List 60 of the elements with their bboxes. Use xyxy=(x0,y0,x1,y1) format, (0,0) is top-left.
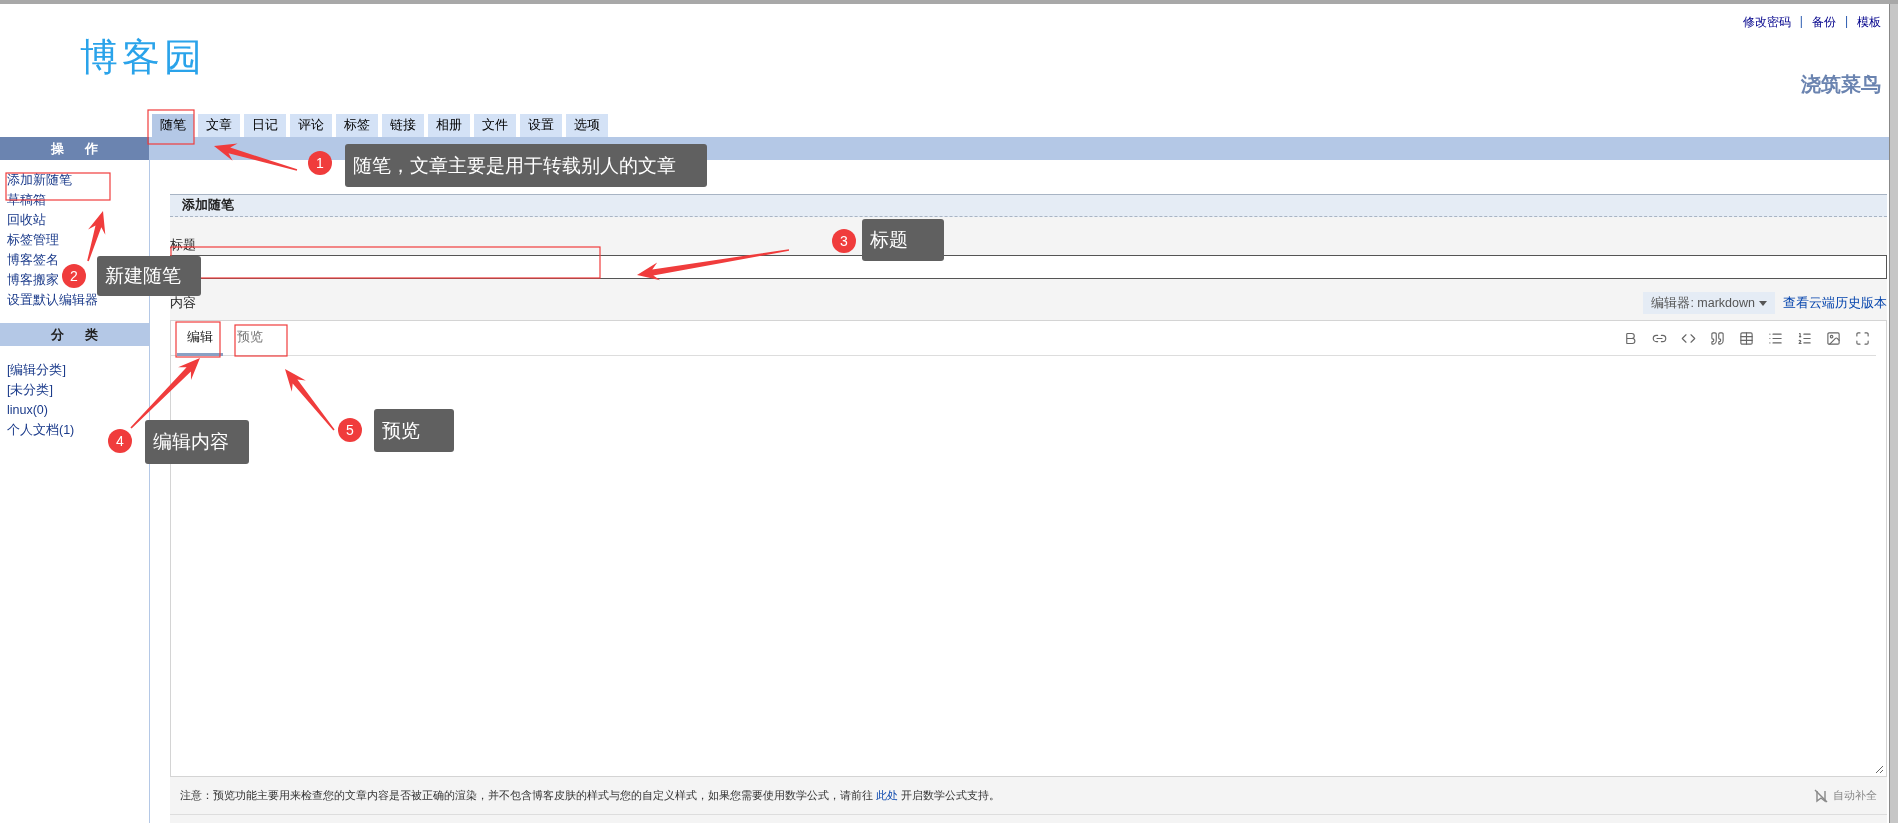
number-badge: 2 xyxy=(62,264,86,288)
tab[interactable]: 标签 xyxy=(336,114,378,137)
header-link[interactable]: 模板 xyxy=(1857,14,1881,31)
callout: 新建随笔 xyxy=(97,256,201,296)
notice-link[interactable]: 此处 xyxy=(876,789,899,801)
bullet-list-icon[interactable] xyxy=(1768,330,1783,346)
sidebar-link[interactable]: 博客签名 xyxy=(7,252,59,269)
bold-icon[interactable] xyxy=(1623,330,1638,346)
header-link[interactable]: 备份 xyxy=(1811,14,1836,31)
title-label: 标题 xyxy=(170,237,196,253)
tab[interactable]: 文件 xyxy=(474,114,516,137)
table-icon[interactable] xyxy=(1739,330,1754,346)
callout: 编辑内容 xyxy=(145,420,249,464)
sidebar-link[interactable]: [编辑分类] xyxy=(7,362,66,379)
blog-name: 浇筑菜鸟 xyxy=(1801,72,1881,97)
arrow xyxy=(87,211,106,262)
numbered-list-icon[interactable] xyxy=(1797,330,1812,346)
tab[interactable]: 相册 xyxy=(428,114,470,137)
tab[interactable]: 选项 xyxy=(566,114,608,137)
caret-icon xyxy=(1759,300,1767,306)
quote-icon[interactable] xyxy=(1710,330,1725,346)
separator: | xyxy=(1844,14,1848,30)
tab[interactable]: 文章 xyxy=(198,114,240,137)
history-link[interactable]: 查看云端历史版本 xyxy=(1783,294,1887,312)
separator: | xyxy=(1799,14,1803,30)
tab[interactable]: 随笔 xyxy=(152,114,194,137)
sidebar-link[interactable]: 添加新随笔 xyxy=(7,172,72,189)
tab[interactable]: 日记 xyxy=(244,114,286,137)
sidebar-heading: 分 类 xyxy=(0,323,149,346)
image-icon[interactable] xyxy=(1826,330,1841,346)
arrow xyxy=(285,369,335,431)
highlight-frame xyxy=(175,321,221,358)
tab[interactable]: 链接 xyxy=(382,114,424,137)
arrow xyxy=(130,358,200,429)
header-link[interactable]: 修改密码 xyxy=(1742,14,1791,31)
highlight-frame xyxy=(234,324,288,357)
section-heading: 添加随笔 xyxy=(170,194,1887,217)
editor-select[interactable]: 编辑器: markdown xyxy=(1643,292,1775,314)
crossed-out-icon xyxy=(1813,787,1829,804)
tab[interactable]: 评论 xyxy=(290,114,332,137)
sidebar-link[interactable]: 个人文档(1) xyxy=(7,422,75,439)
editor-tab[interactable]: 预览 xyxy=(227,321,273,356)
sidebar-link[interactable]: 设置默认编辑器 xyxy=(7,292,98,309)
fullscreen-icon[interactable] xyxy=(1855,330,1870,346)
tab[interactable]: 设置 xyxy=(520,114,562,137)
sidebar-link[interactable]: 博客搬家 xyxy=(7,272,59,289)
callout: 标题 xyxy=(862,219,944,261)
sidebar-heading: 操 作 xyxy=(0,137,149,160)
sidebar-link[interactable]: 草稿箱 xyxy=(7,192,46,209)
sidebar-link[interactable]: [未分类] xyxy=(7,382,53,399)
number-badge: 1 xyxy=(308,151,332,175)
callout: 预览 xyxy=(374,409,454,452)
sidebar-link[interactable]: 标签管理 xyxy=(7,232,59,249)
number-badge: 4 xyxy=(108,429,132,453)
notice-text: 注意：预览功能主要用来检查您的文章内容是否被正确的渲染，并不包含博客皮肤的样式与您的自定义样式，如果您需要使用数学公式，请前往 此处 开启数学公式支持。 xyxy=(180,788,1001,803)
sidebar-link[interactable]: linux(0) xyxy=(7,402,48,419)
callout: 随笔，文章主要是用于转载别人的文章 xyxy=(345,144,707,187)
content-label: 内容 xyxy=(170,295,196,311)
highlight-frame xyxy=(147,109,195,145)
sidebar-link[interactable]: 回收站 xyxy=(7,212,46,229)
